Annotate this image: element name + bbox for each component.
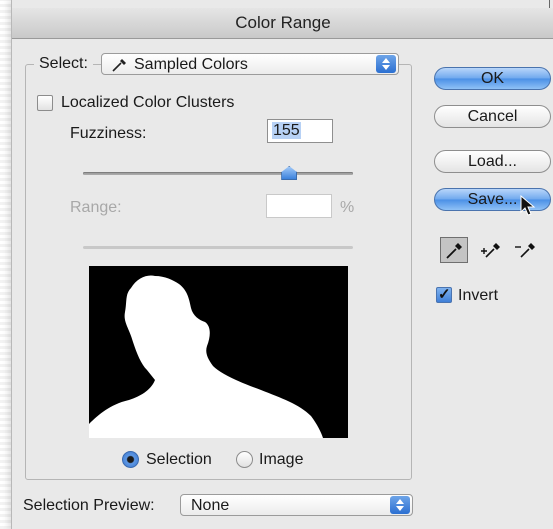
select-popup-value: Sampled Colors (134, 56, 248, 73)
fuzziness-value: 155 (272, 122, 301, 139)
range-field (266, 194, 332, 218)
fuzziness-slider[interactable] (83, 166, 353, 180)
title-bar[interactable]: Color Range (12, 8, 553, 39)
localized-clusters-label: Localized Color Clusters (61, 94, 235, 111)
ok-button[interactable]: OK (434, 67, 551, 90)
eyedropper-plus-icon (481, 243, 500, 258)
popup-arrows-icon (390, 496, 410, 514)
add-to-sample-tool[interactable] (477, 237, 505, 263)
fuzziness-field[interactable]: 155 (267, 119, 333, 143)
image-radio[interactable] (236, 451, 253, 468)
selection-preview-image (89, 266, 348, 438)
person-silhouette (89, 275, 323, 438)
window-title: Color Range (235, 13, 331, 32)
select-popup[interactable]: Sampled Colors (101, 53, 399, 75)
selection-preview-label: Selection Preview: (23, 497, 155, 514)
eyedropper-icon (112, 59, 126, 72)
popup-arrows-icon (376, 55, 396, 73)
range-label: Range: (70, 199, 122, 216)
range-unit: % (340, 199, 355, 216)
localized-clusters-checkbox[interactable] (37, 95, 53, 111)
title-bar-edge (549, 0, 550, 8)
selection-radio[interactable] (122, 451, 139, 468)
eyedropper-minus-icon (515, 243, 535, 258)
invert-checkbox[interactable]: ✓ (436, 286, 452, 303)
invert-label: Invert (458, 287, 499, 304)
select-label: Select: (34, 53, 93, 75)
image-radio-label: Image (259, 451, 304, 468)
subtract-from-sample-tool[interactable] (512, 237, 540, 263)
selection-preview-value: None (191, 497, 230, 514)
load-button[interactable]: Load... (434, 150, 551, 173)
background-strip (0, 0, 11, 529)
eyedropper-icon (446, 243, 462, 259)
eyedropper-tool[interactable] (440, 237, 468, 263)
checkmark-icon: ✓ (438, 286, 451, 303)
selection-preview-popup[interactable]: None (180, 494, 413, 516)
mouse-pointer-icon (520, 195, 536, 216)
range-slider (83, 246, 353, 249)
cancel-button[interactable]: Cancel (434, 105, 551, 128)
fuzziness-label: Fuzziness: (70, 125, 147, 142)
selection-radio-label: Selection (146, 451, 212, 468)
